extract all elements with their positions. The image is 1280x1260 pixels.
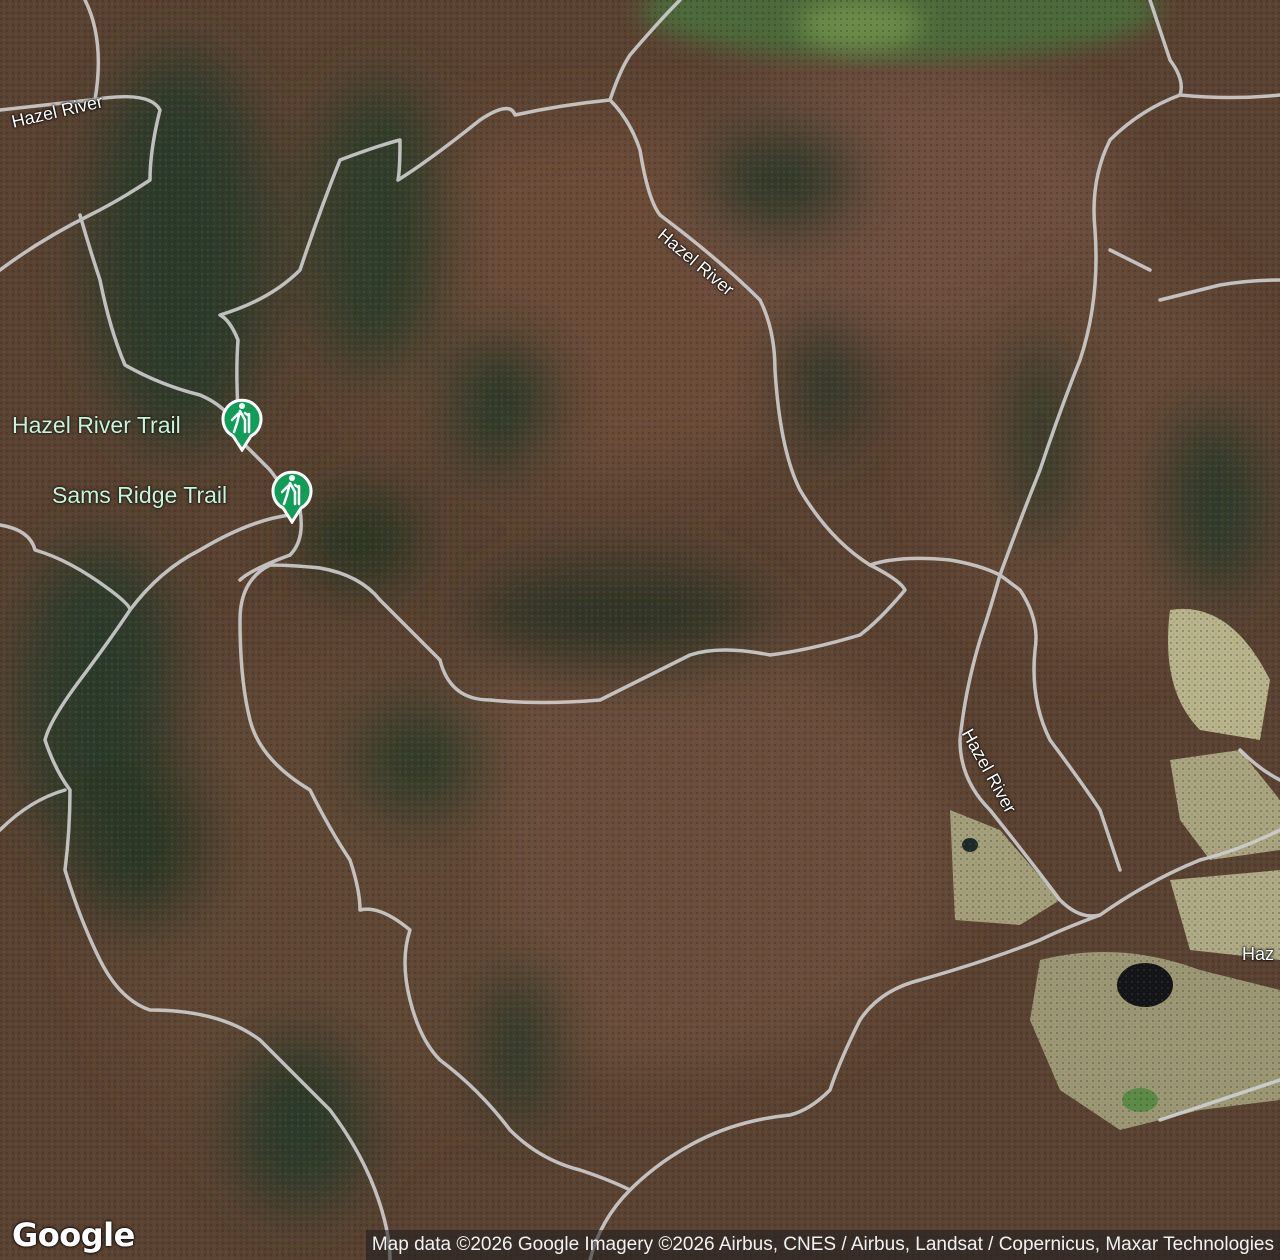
google-logo: Google (12, 1216, 135, 1254)
hiking-icon[interactable] (218, 396, 266, 452)
hiking-icon[interactable] (268, 468, 316, 524)
poi-label-sams-ridge-trail[interactable]: Sams Ridge Trail (52, 482, 227, 509)
satellite-map[interactable] (0, 0, 1280, 1260)
imagery-texture (0, 0, 1280, 1260)
map-attribution[interactable]: Map data ©2026 Google Imagery ©2026 Airb… (365, 1230, 1280, 1260)
poi-label-hazel-river-trail[interactable]: Hazel River Trail (12, 412, 181, 439)
road-label-haz-truncated: Haz (1242, 944, 1275, 964)
